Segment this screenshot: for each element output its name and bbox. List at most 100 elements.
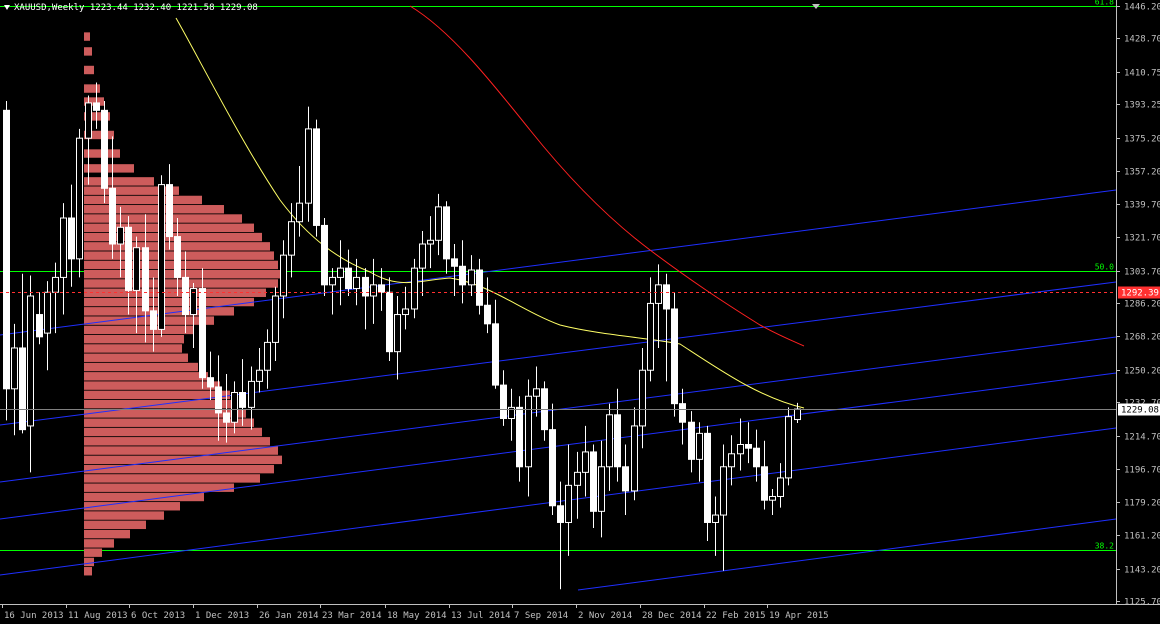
profile-bar <box>84 334 184 344</box>
candle-body <box>353 276 360 290</box>
candle-body <box>476 269 483 306</box>
candle-body <box>590 451 597 512</box>
time-tick-label: 18 May 2014 <box>387 611 447 621</box>
candle-body <box>11 347 18 390</box>
red-price-label: 1292.39 <box>1121 289 1159 299</box>
candle-body <box>394 314 401 353</box>
candle-body <box>150 310 157 330</box>
candle-body <box>728 453 735 468</box>
profile-bar <box>84 427 262 437</box>
candle-body <box>272 295 279 343</box>
time-tick-label: 1 Dec 2013 <box>195 611 249 621</box>
candle-body <box>345 267 352 290</box>
price-tick-label: 1428.70 <box>1124 35 1160 45</box>
candle-body <box>27 295 34 427</box>
profile-bar <box>84 325 194 335</box>
candle-body <box>362 276 369 297</box>
candle-body <box>500 384 507 420</box>
candle-body <box>549 429 556 507</box>
price-chart[interactable]: 61.8 50.0 38.2 1446.20 1428.70 1410.75 1393.2… <box>0 0 1160 624</box>
candle-body <box>44 291 51 334</box>
candle-body <box>777 477 784 497</box>
price-tick-label: 1125.70 <box>1124 598 1160 608</box>
profile-bar <box>84 548 102 557</box>
time-tick-label: 19 Apr 2015 <box>769 611 829 621</box>
profile-bar <box>84 362 198 372</box>
candle-body <box>785 416 792 479</box>
profile-bar <box>84 539 114 548</box>
candle-body <box>582 451 589 473</box>
price-tick-label: 1393.25 <box>1124 101 1160 111</box>
candle-body <box>85 102 92 139</box>
candle-body <box>117 226 124 245</box>
price-tick-label: 1143.20 <box>1124 566 1160 576</box>
profile-bar <box>84 511 164 520</box>
candle-body <box>207 377 214 388</box>
candle-body <box>36 314 43 338</box>
price-tick-label: 1339.70 <box>1124 201 1160 211</box>
candle-body <box>329 276 336 286</box>
candle-body <box>696 432 703 460</box>
candle-body <box>402 308 409 316</box>
candle-body <box>533 388 540 397</box>
chart-window[interactable]: 61.8 50.0 38.2 1446.20 1428.70 1410.75 1393.2… <box>0 0 1160 624</box>
candle-body <box>378 284 385 293</box>
candle-body <box>468 269 475 286</box>
time-tick-label: 22 Feb 2015 <box>706 611 766 621</box>
candle-body <box>753 447 760 468</box>
profile-bar <box>84 390 230 400</box>
profile-bar <box>84 32 90 41</box>
profile-bar <box>84 381 220 390</box>
price-axis: 1446.20 1428.70 1410.75 1393.25 1375.20 1357.… <box>1116 0 1160 608</box>
profile-bar <box>84 446 278 455</box>
profile-bar <box>84 557 94 567</box>
candle-body <box>125 226 132 291</box>
profile-bar <box>84 567 92 576</box>
candle-body <box>337 267 344 278</box>
candle-body <box>133 247 140 291</box>
candle-body <box>794 408 801 421</box>
candle-body <box>248 380 255 408</box>
fib-label: 38.2 <box>1095 542 1114 551</box>
candle-body <box>761 466 768 501</box>
profile-bar <box>84 464 274 474</box>
candle-body <box>239 392 246 408</box>
candle-body <box>427 239 434 245</box>
profile-bar <box>84 195 202 205</box>
price-tick-label: 1214.70 <box>1124 433 1160 443</box>
candle-body <box>370 284 377 297</box>
ma-slow-line <box>409 5 805 347</box>
candle-body <box>671 308 678 405</box>
time-tick-label: 28 Dec 2014 <box>642 611 702 621</box>
price-tick-label: 1321.70 <box>1124 234 1160 244</box>
candle-body <box>223 412 230 423</box>
candle-body <box>516 406 523 468</box>
candle-body <box>182 276 189 316</box>
candle-body <box>3 109 10 390</box>
candle-body <box>101 109 108 189</box>
profile-bar <box>84 344 182 353</box>
candle-body <box>525 395 532 468</box>
candle-body <box>639 369 646 427</box>
candle-body <box>419 243 426 269</box>
price-tick-label: 1286.20 <box>1124 300 1160 310</box>
candle-body <box>76 137 83 260</box>
time-tick-label: 2 Nov 2014 <box>578 611 632 621</box>
price-tick-label: 1268.20 <box>1124 333 1160 343</box>
price-tick-label: 1161.20 <box>1124 532 1160 542</box>
profile-bar <box>84 205 224 214</box>
candle-body <box>557 505 564 523</box>
candle-body <box>52 276 59 293</box>
profile-bar <box>84 474 260 483</box>
channel-line <box>577 518 1117 591</box>
time-tick-label: 6 Oct 2013 <box>131 611 185 621</box>
profile-bar <box>84 483 234 492</box>
profile-bar <box>84 529 130 539</box>
price-tick-label: 1446.20 <box>1124 3 1160 13</box>
candle-body <box>199 288 206 379</box>
price-tick-label: 1250.20 <box>1124 367 1160 377</box>
candle-body <box>280 254 287 297</box>
profile-bar <box>84 65 94 75</box>
current-price-label: 1229.08 <box>1121 406 1159 416</box>
time-tick-label: 13 Jul 2014 <box>451 611 511 621</box>
